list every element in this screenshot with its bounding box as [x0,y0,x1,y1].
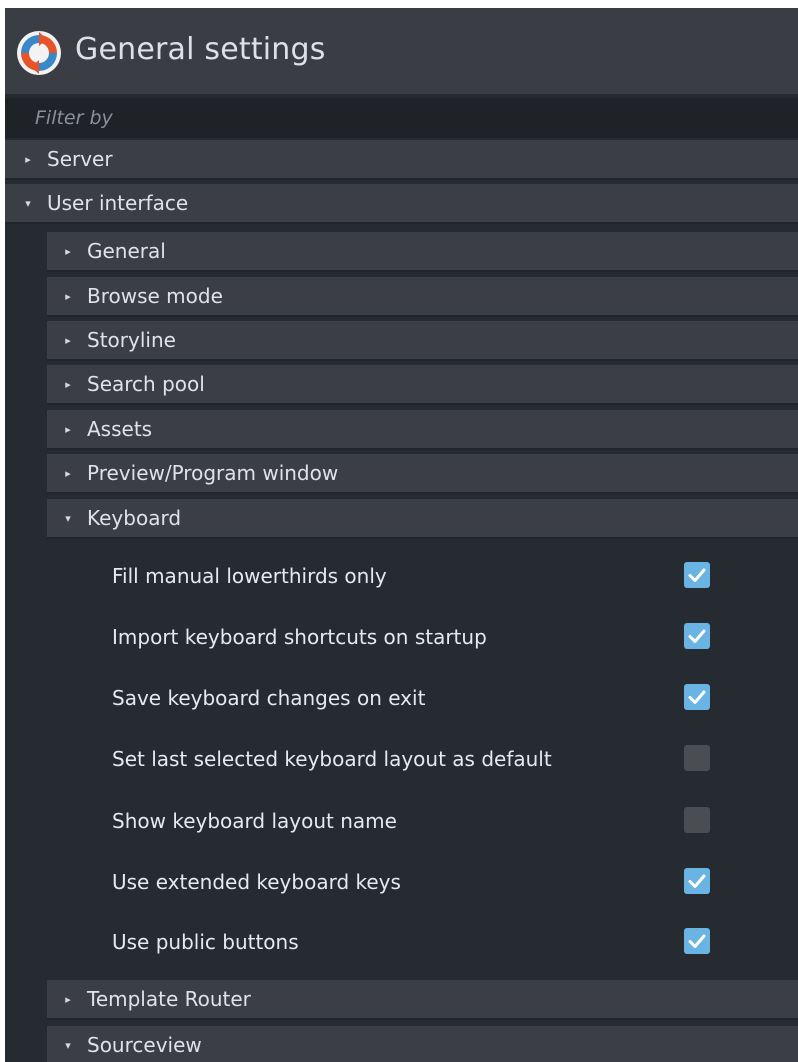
checkbox-checked[interactable] [684,868,710,894]
option-label: Use public buttons [112,930,299,954]
collapse-arrow-icon: ▾ [65,1038,71,1052]
checkmark-icon [688,874,706,888]
checkbox-checked[interactable] [684,684,710,710]
window-title: General settings [75,32,326,67]
tree-item-label: General [87,239,166,263]
tree-item-browse-mode[interactable]: ▸ Browse mode [47,277,798,317]
option-label: Show keyboard layout name [112,809,397,833]
tree-item-keyboard[interactable]: ▾ Keyboard [47,499,798,539]
checkmark-icon [688,629,706,643]
expand-arrow-icon: ▸ [65,289,71,303]
tree-item-label: Assets [87,417,153,441]
tree-item-label: Search pool [87,372,205,396]
tree-item-label: User interface [47,191,189,215]
checkmark-icon [688,934,706,948]
tree-item-label: Template Router [87,987,251,1011]
tree-item-label: Browse mode [87,284,223,308]
option-import-keyboard-shortcuts: Import keyboard shortcuts on startup [112,607,752,667]
option-label: Fill manual lowerthirds only [112,564,387,588]
expand-arrow-icon: ▸ [65,422,71,436]
option-label: Use extended keyboard keys [112,870,401,894]
expand-arrow-icon: ▸ [65,333,71,347]
tree-item-preview-program-window[interactable]: ▸ Preview/Program window [47,454,798,494]
option-use-public-buttons: Use public buttons [112,912,752,972]
tree-item-sourceview[interactable]: ▾ Sourceview [47,1026,798,1062]
tree-item-storyline[interactable]: ▸ Storyline [47,321,798,361]
tree-item-label: Preview/Program window [87,461,339,485]
collapse-arrow-icon: ▾ [65,511,71,525]
filter-input[interactable] [5,98,785,138]
option-use-extended-keys: Use extended keyboard keys [112,852,752,912]
checkbox-unchecked[interactable] [684,807,710,833]
tree-item-user-interface[interactable]: ▾ User interface [5,184,798,224]
option-label: Import keyboard shortcuts on startup [112,625,487,649]
title-bar: General settings [5,8,798,94]
tree-item-general[interactable]: ▸ General [47,232,798,272]
checkbox-unchecked[interactable] [684,745,710,771]
checkbox-checked[interactable] [684,562,710,588]
expand-arrow-icon: ▸ [65,377,71,391]
option-label: Save keyboard changes on exit [112,686,426,710]
tree-item-label: Server [47,147,113,171]
tree-item-label: Storyline [87,328,176,352]
expand-arrow-icon: ▸ [65,466,71,480]
tree-item-label: Keyboard [87,506,182,530]
option-fill-manual-lowerthirds: Fill manual lowerthirds only [112,546,752,606]
filter-bar [5,98,798,138]
tree-item-assets[interactable]: ▸ Assets [47,410,798,450]
tree-item-template-router[interactable]: ▸ Template Router [47,980,798,1020]
checkmark-icon [688,690,706,704]
refresh-logo-icon [16,30,62,76]
checkbox-checked[interactable] [684,928,710,954]
settings-window: General settings ▸ Server ▾ User interfa… [5,8,798,1062]
checkmark-icon [688,568,706,582]
collapse-arrow-icon: ▾ [25,196,31,210]
tree-item-server[interactable]: ▸ Server [5,140,798,180]
expand-arrow-icon: ▸ [65,992,71,1006]
tree-item-label: Sourceview [87,1033,202,1057]
option-label: Set last selected keyboard layout as def… [112,747,552,771]
tree-item-search-pool[interactable]: ▸ Search pool [47,365,798,405]
checkbox-checked[interactable] [684,623,710,649]
expand-arrow-icon: ▸ [65,244,71,258]
option-show-layout-name: Show keyboard layout name [112,791,752,851]
expand-arrow-icon: ▸ [25,152,31,166]
option-set-last-layout-default: Set last selected keyboard layout as def… [112,729,752,789]
option-save-keyboard-changes: Save keyboard changes on exit [112,668,752,728]
